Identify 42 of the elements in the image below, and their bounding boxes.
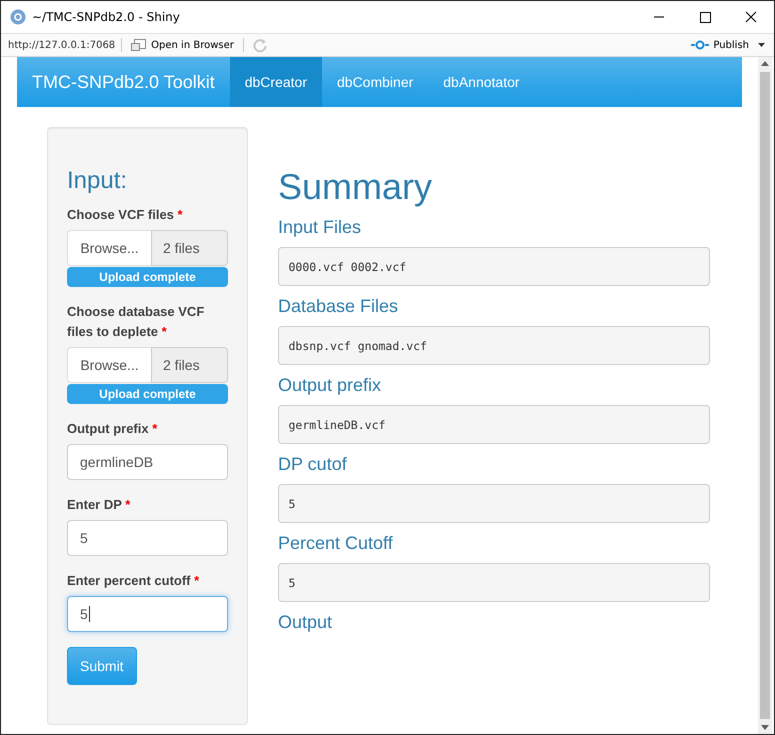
scroll-thumb[interactable] [760,72,770,719]
open-in-browser-button[interactable]: Open in Browser [128,38,237,52]
output-text: 5 [278,484,710,523]
section-heading: Output [278,612,334,632]
url-text: http://127.0.0.1:7068 [8,40,116,50]
output-text: dbsnp.vcf gnomad.vcf [278,326,710,365]
text-input[interactable]: germlineDB [67,444,228,480]
browse-button[interactable]: Browse... [67,230,151,266]
field-label: Choose VCF files * [67,206,184,224]
browser-icon [131,38,148,52]
section-heading: Percent Cutoff [278,533,394,553]
scroll-up-icon [761,61,769,66]
window-title: ~/TMC-SNPdb2.0 - Shiny [32,10,180,24]
caret-icon[interactable] [758,42,766,48]
section-heading: Output prefix [278,375,382,395]
field-label: Choose database VCF files to deplete * [67,303,206,341]
field-label: Enter percent cutoff * [67,572,200,590]
section-heading: DP cutof [278,454,348,474]
field-label: Output prefix * [67,420,158,438]
section-heading: Input Files [278,217,362,237]
nav-tab[interactable]: dbCreator [230,57,322,107]
upload-progress-bar: Upload complete [67,384,228,404]
scroll-down-icon [761,725,769,730]
publish-button[interactable]: Publish [688,39,752,51]
publish-icon [691,39,710,51]
text-input[interactable]: 5 [67,596,228,632]
upload-progress-bar: Upload complete [67,267,228,287]
browse-button[interactable]: Browse... [67,347,151,383]
section-heading: Database Files [278,296,400,316]
file-name-field: 2 files [151,347,228,383]
text-input[interactable]: 5 [67,520,228,556]
summary-title: Summary [278,167,434,207]
field-label: Enter DP * [67,496,132,514]
brand-title: TMC-SNPdb2.0 Toolkit [31,71,216,94]
output-text: 5 [278,563,710,602]
file-name-field: 2 files [151,230,228,266]
refresh-icon[interactable] [252,37,268,53]
output-text: germlineDB.vcf [278,405,710,444]
app-icon [10,9,26,25]
scrollbar[interactable] [758,57,772,734]
output-text: 0000.vcf 0002.vcf [278,247,710,286]
sidebar-heading: Input: [67,167,128,195]
